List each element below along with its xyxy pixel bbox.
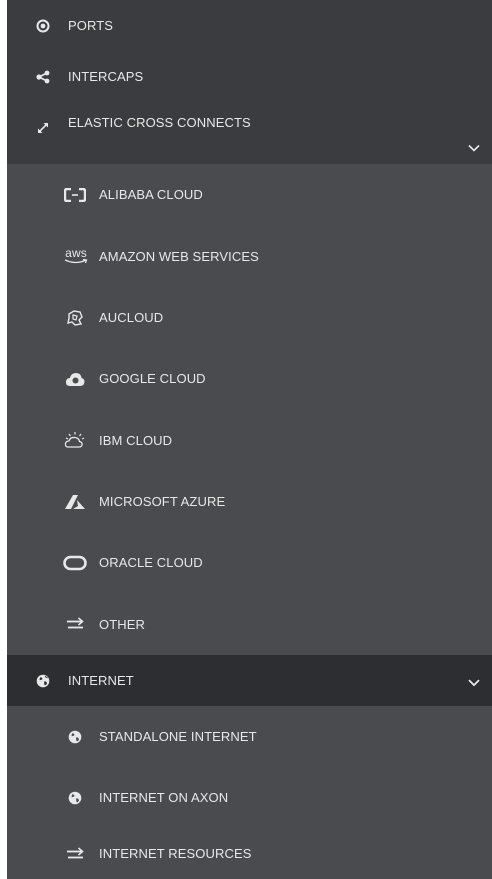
radio-circle-icon [35, 18, 51, 34]
aws-icon-text: aws [65, 246, 87, 260]
ecc-submenu: ALIBABA CLOUD aws AMAZON WEB SERVICES AU… [7, 164, 492, 655]
chevron-down-icon[interactable] [468, 144, 480, 152]
sidebar-item-label: ALIBABA CLOUD [99, 187, 203, 202]
alibaba-icon [62, 185, 88, 205]
sidebar-item-intercaps[interactable]: INTERCAPS [7, 51, 492, 102]
sidebar-item-label: IBM CLOUD [99, 432, 173, 448]
diagonal-arrows-icon [35, 120, 51, 136]
google-cloud-icon [62, 369, 88, 389]
sidebar-item-standalone-internet[interactable]: STANDALONE INTERNET [7, 706, 492, 767]
sidebar-item-internet-resources[interactable]: INTERNET RESOURCES [7, 828, 492, 879]
sidebar-item-label: OTHER [99, 616, 145, 632]
sidebar-item-google-cloud[interactable]: GOOGLE CLOUD [7, 348, 492, 409]
sidebar-item-label: INTERNET [68, 673, 134, 688]
sidebar-item-elastic-cross-connects[interactable]: ELASTIC CROSS CONNECTS [7, 102, 492, 164]
sidebar-nav: PORTS INTERCAPS ELASTIC CROSS CONNECTS A… [7, 0, 492, 879]
globe-icon [62, 727, 88, 747]
transfer-arrows-icon [62, 844, 88, 864]
sidebar-item-label: INTERCAPS [68, 69, 144, 84]
sidebar-item-amazon-web-services[interactable]: aws AMAZON WEB SERVICES [7, 225, 492, 287]
sidebar-item-label: AUCLOUD [99, 310, 164, 325]
sidebar-item-microsoft-azure[interactable]: MICROSOFT AZURE [7, 471, 492, 532]
globe-icon [35, 673, 51, 689]
sidebar-item-ports[interactable]: PORTS [7, 0, 492, 51]
sidebar-item-label: INTERNET RESOURCES [99, 846, 252, 861]
sidebar-item-internet-on-axon[interactable]: INTERNET ON AXON [7, 767, 492, 828]
oracle-icon [62, 553, 88, 573]
sidebar-item-other[interactable]: OTHER [7, 593, 492, 655]
sidebar-item-label: STANDALONE INTERNET [99, 729, 257, 744]
sidebar-item-label: GOOGLE CLOUD [99, 371, 206, 386]
aws-icon: aws [62, 246, 90, 266]
transfer-arrows-icon [62, 614, 88, 634]
chevron-down-icon[interactable] [468, 678, 480, 686]
sidebar-item-oracle-cloud[interactable]: ORACLE CLOUD [7, 532, 492, 593]
sidebar-item-alibaba-cloud[interactable]: ALIBABA CLOUD [7, 164, 492, 225]
sidebar-item-label: ELASTIC CROSS CONNECTS [68, 114, 251, 130]
internet-submenu: STANDALONE INTERNET INTERNET ON AXON INT… [7, 706, 492, 879]
sidebar-item-internet[interactable]: INTERNET [7, 655, 492, 706]
aucloud-icon [62, 308, 88, 328]
sidebar-item-label: MICROSOFT AZURE [99, 494, 226, 509]
sidebar-item-label: INTERNET ON AXON [99, 790, 229, 805]
azure-icon [62, 492, 88, 512]
sidebar-item-label: AMAZON WEB SERVICES [99, 248, 259, 264]
ibm-cloud-icon [62, 430, 88, 450]
sidebar-item-aucloud[interactable]: AUCLOUD [7, 287, 492, 348]
share-nodes-icon [35, 69, 51, 85]
page-frame: PORTS INTERCAPS ELASTIC CROSS CONNECTS A… [0, 0, 492, 879]
sidebar-item-ibm-cloud[interactable]: IBM CLOUD [7, 409, 492, 471]
sidebar-item-label: PORTS [68, 18, 114, 33]
globe-icon [62, 788, 88, 808]
sidebar-item-label: ORACLE CLOUD [99, 555, 203, 570]
